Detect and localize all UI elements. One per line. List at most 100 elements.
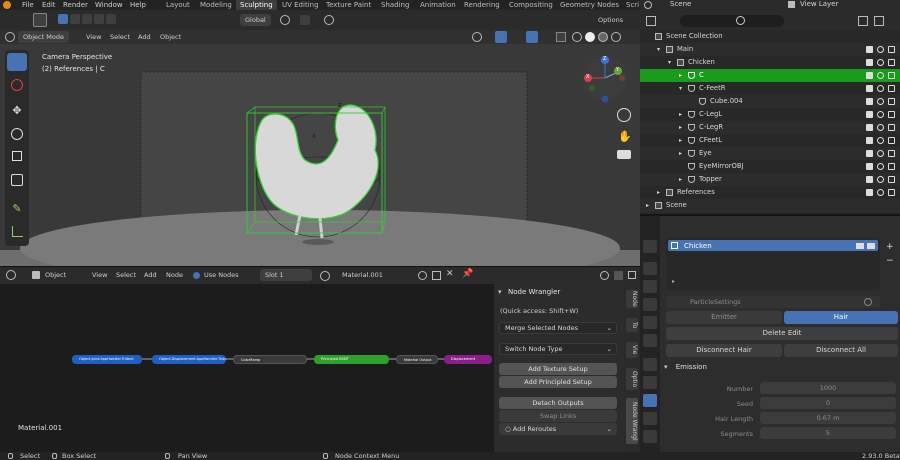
backdrop-icon[interactable]	[614, 271, 623, 280]
outliner-row[interactable]: ▸ CFeetL	[640, 134, 900, 147]
panel-collapse-icon[interactable]: ▾	[498, 288, 502, 296]
proportional-edit-icon[interactable]	[324, 15, 334, 25]
show-viewport-icon[interactable]	[856, 242, 864, 249]
select-mode-new-icon[interactable]	[58, 14, 68, 24]
outliner-row[interactable]: ▸ References	[640, 186, 900, 199]
eye-icon[interactable]	[877, 150, 884, 157]
modifier-tab-icon[interactable]	[643, 376, 657, 389]
tab-tool[interactable]: To	[626, 318, 638, 332]
node-menu-select[interactable]: Select	[116, 269, 136, 281]
eye-icon[interactable]	[877, 111, 884, 118]
emitter-toggle[interactable]: Emitter	[666, 311, 782, 324]
camera-render-icon[interactable]	[888, 124, 895, 131]
expand-arrow-icon[interactable]: ▾	[657, 43, 660, 56]
tab-options[interactable]: Optio	[626, 368, 638, 390]
outliner-row[interactable]: ▸ Eye	[640, 147, 900, 160]
exclude-checkbox-icon[interactable]	[866, 150, 873, 157]
node-menu-add[interactable]: Add	[144, 269, 157, 281]
pan-hand-icon[interactable]: ✋	[618, 130, 632, 143]
exclude-checkbox-icon[interactable]	[866, 189, 873, 196]
menu-view[interactable]: View	[86, 31, 101, 43]
tab-sculpting[interactable]: Sculpting	[236, 0, 277, 10]
outliner-row[interactable]: Scene Collection	[640, 30, 900, 43]
emission-panel-header[interactable]: ▾ Emission	[664, 363, 900, 377]
material-name-field[interactable]: Material.001	[342, 269, 383, 281]
exclude-checkbox-icon[interactable]	[866, 176, 873, 183]
zoom-icon[interactable]	[617, 108, 631, 122]
select-tool-icon[interactable]	[33, 13, 47, 27]
particles-tab-icon[interactable]	[643, 394, 657, 407]
select-box-tool-icon[interactable]	[7, 53, 27, 71]
tab-node-wrangler[interactable]: Node Wrangl	[626, 398, 638, 444]
menu-edit[interactable]: Edit	[42, 0, 56, 10]
eye-icon[interactable]	[877, 137, 884, 144]
node-colorramp[interactable]: ColorRamp	[233, 355, 307, 364]
add-reroutes-dropdown[interactable]: ○ Add Reroutes ⌄	[499, 423, 617, 435]
outliner-row[interactable]: ▾ Main	[640, 43, 900, 56]
show-render-icon[interactable]	[867, 242, 875, 249]
object-mode-dropdown[interactable]: Object Mode	[18, 31, 69, 43]
select-mode-invert-icon[interactable]	[94, 14, 104, 24]
expand-arrow-icon[interactable]: ▾	[679, 82, 682, 95]
scene-selector[interactable]: Scene	[670, 0, 691, 8]
exclude-checkbox-icon[interactable]	[866, 163, 873, 170]
eye-icon[interactable]	[877, 189, 884, 196]
menu-window[interactable]: Window	[95, 0, 123, 10]
tab-geometry-nodes[interactable]: Geometry Nodes	[560, 0, 619, 10]
cursor-tool-icon[interactable]	[7, 76, 27, 94]
eye-icon[interactable]	[877, 72, 884, 79]
blender-logo-icon[interactable]	[3, 1, 11, 9]
object-shader-dropdown[interactable]: Object	[45, 269, 66, 281]
disconnect-all-button[interactable]: Disconnect All	[784, 344, 898, 357]
render-tab-icon[interactable]	[643, 262, 657, 275]
exclude-checkbox-icon[interactable]	[866, 137, 873, 144]
particle-system-item[interactable]: Chicken	[668, 240, 878, 251]
camera-render-icon[interactable]	[888, 85, 895, 92]
scene-tab-icon[interactable]	[643, 316, 657, 329]
scale-tool-icon[interactable]	[7, 148, 27, 166]
eye-icon[interactable]	[877, 163, 884, 170]
add-texture-setup-button[interactable]: Add Texture Setup	[499, 363, 617, 375]
menu-render[interactable]: Render	[63, 0, 88, 10]
menu-object[interactable]: Object	[160, 31, 181, 43]
world-tab-icon[interactable]	[643, 334, 657, 347]
camera-render-icon[interactable]	[888, 111, 895, 118]
exclude-checkbox-icon[interactable]	[866, 111, 873, 118]
transform-orientation-dropdown[interactable]: Global	[240, 14, 271, 26]
outliner-row[interactable]: ▸ C	[640, 69, 900, 82]
material-browse-icon[interactable]	[320, 271, 330, 281]
eye-icon[interactable]	[877, 124, 884, 131]
exclude-checkbox-icon[interactable]	[866, 85, 873, 92]
exclude-checkbox-icon[interactable]	[866, 59, 873, 66]
number-field[interactable]: 1000	[760, 382, 896, 394]
3d-viewport[interactable]: Z X Camera Perspective (2) References | …	[0, 10, 640, 266]
overlay-toggle-icon[interactable]	[526, 31, 538, 43]
select-mode-extend-icon[interactable]	[70, 14, 80, 24]
view-layer-selector[interactable]: View Layer	[800, 0, 838, 8]
node-material-output[interactable]: Material Output	[396, 355, 438, 364]
camera-render-icon[interactable]	[888, 189, 895, 196]
measure-tool-icon[interactable]	[7, 223, 27, 241]
node-displacement[interactable]: Displacement	[444, 355, 492, 364]
xray-icon[interactable]	[556, 32, 566, 42]
display-mode-icon[interactable]	[646, 16, 656, 26]
shading-solid-icon[interactable]	[585, 32, 595, 42]
options-dropdown[interactable]: Options	[598, 14, 623, 26]
fake-user-icon[interactable]	[418, 271, 427, 280]
tab-scripting[interactable]: Scri	[626, 0, 639, 10]
outliner-row[interactable]: ▾ C-FeetR	[640, 82, 900, 95]
output-tab-icon[interactable]	[643, 280, 657, 293]
segments-field[interactable]: 5	[760, 427, 896, 439]
exclude-checkbox-icon[interactable]	[866, 72, 873, 79]
outliner-row[interactable]: ▸ Scene	[640, 199, 900, 212]
outliner-row[interactable]: Cube.004	[640, 95, 900, 108]
node-editor-type-icon[interactable]	[6, 270, 16, 280]
tab-modeling[interactable]: Modeling	[200, 0, 232, 10]
outliner-search-field[interactable]	[680, 15, 784, 27]
shading-rendered-icon[interactable]	[611, 32, 621, 42]
transform-tool-icon[interactable]	[7, 171, 27, 189]
tab-layout[interactable]: Layout	[166, 0, 190, 10]
expand-arrow-icon[interactable]: ▾	[668, 56, 671, 69]
outliner-row[interactable]: ▸ C-LegL	[640, 108, 900, 121]
node-menu-node[interactable]: Node	[166, 269, 183, 281]
